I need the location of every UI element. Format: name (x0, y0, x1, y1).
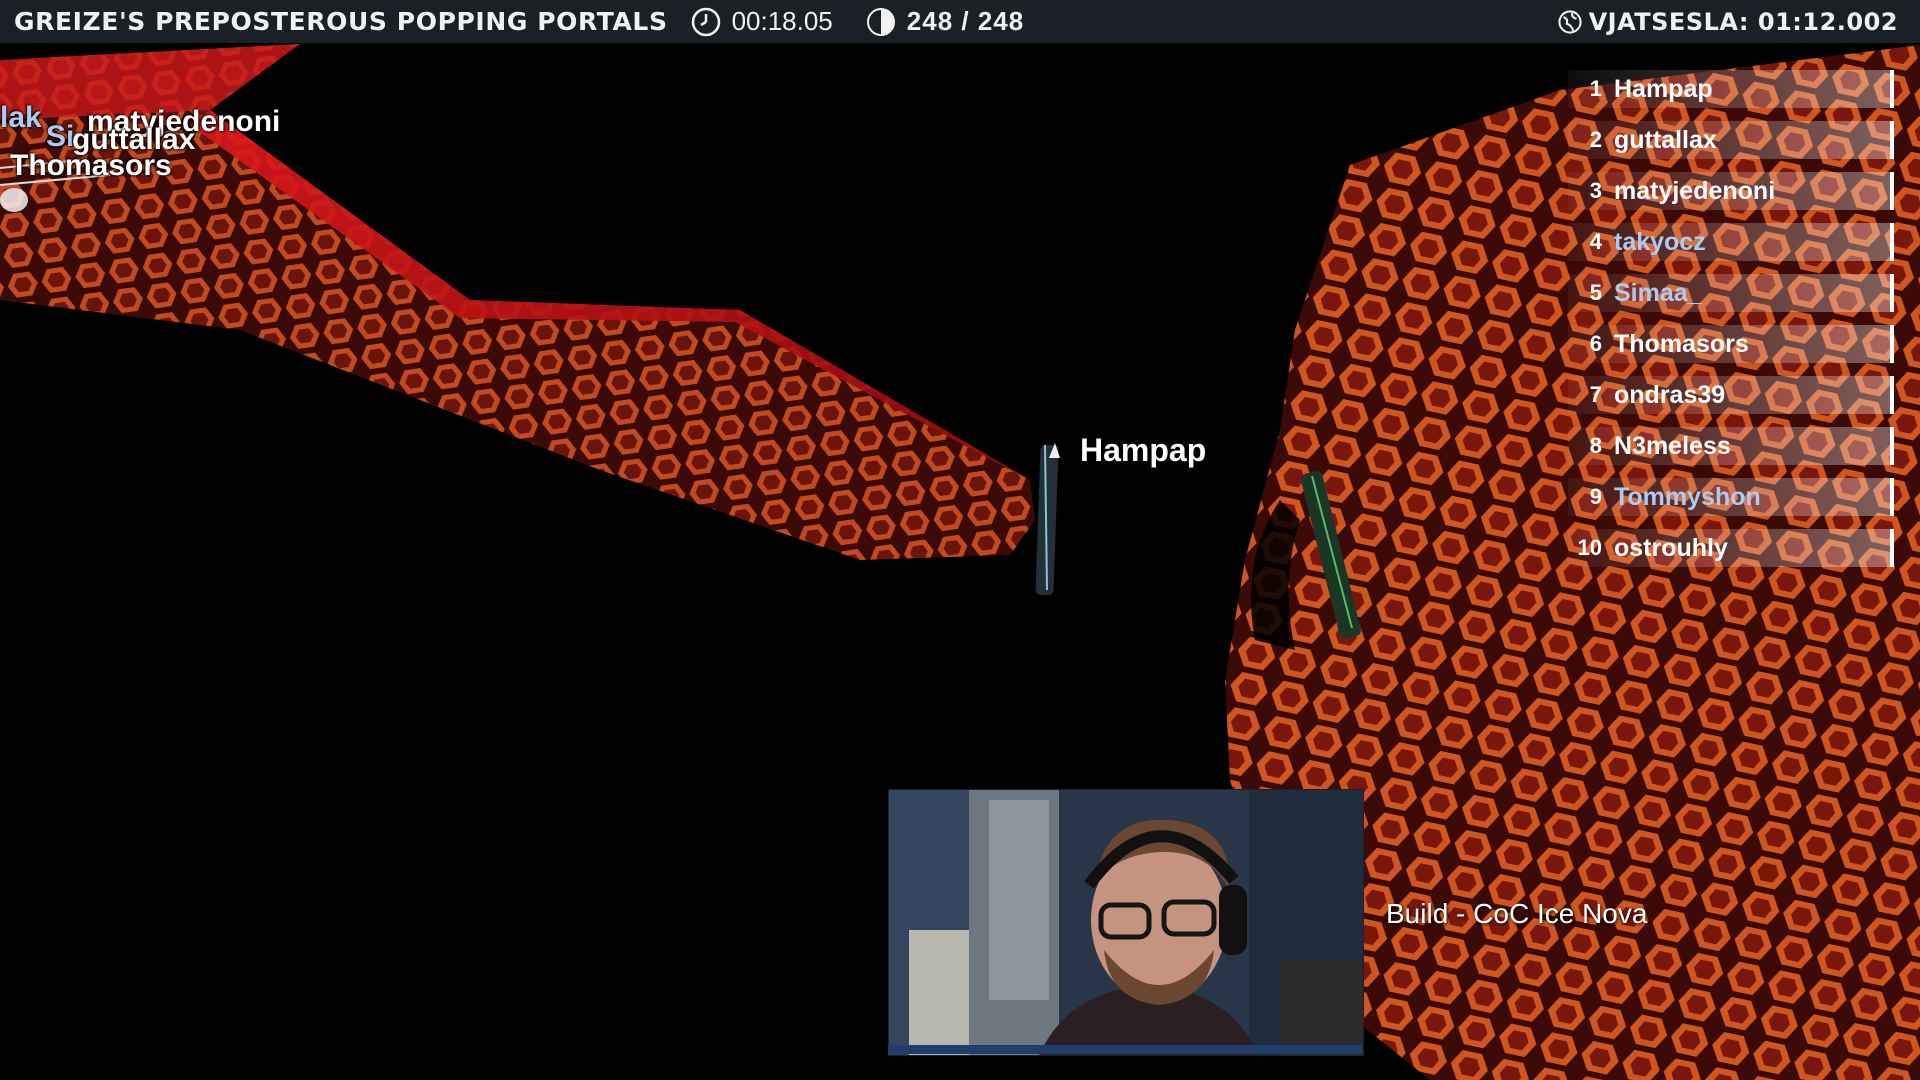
leaderboard-row: 10 ostrouhly (1568, 529, 1894, 567)
build-text: Build - CoC Ice Nova (1386, 898, 1648, 929)
leaderboard-row: 4 takyocz (1568, 223, 1894, 261)
leaderboard-player-name: Simaa_ (1614, 278, 1702, 307)
map-title: Greize's Preposterous Popping Portals (14, 7, 668, 36)
player-tag-hampap: Hampap (1080, 432, 1207, 468)
leaderboard-row: 2 guttallax (1568, 121, 1894, 159)
world-record: VJATSESLA: 01:12.002 (1557, 0, 1898, 43)
leaderboard-row: 7 ondras39 (1568, 376, 1894, 414)
leaderboard-rank: 2 (1589, 127, 1602, 152)
leaderboard-player-name: N3meless (1614, 431, 1731, 460)
leaderboard-row: 1 Hampap (1568, 70, 1894, 108)
leaderboard-row: 9 Tommyshon (1568, 478, 1894, 516)
webcam-overlay (888, 789, 1364, 1056)
leaderboard-row: 5 Simaa_ (1568, 274, 1894, 312)
leaderboard: 1 Hampap 2 guttallax 3 matyjedenoni 4 takyocz 5 S… (1568, 70, 1894, 580)
leaderboard-player-name: matyjedenoni (1614, 176, 1776, 205)
leaderboard-rank: 10 (1577, 535, 1602, 560)
leaderboard-rank: 1 (1589, 76, 1602, 101)
leaderboard-row: 6 Thomasors (1568, 325, 1894, 363)
leaderboard-rank: 8 (1589, 433, 1602, 458)
leaderboard-player-name: Hampap (1614, 74, 1713, 103)
webcam-bottom-bar (888, 1045, 1362, 1054)
record-value: VJATSESLA: 01:12.002 (1588, 7, 1898, 36)
leaderboard-rank: 9 (1589, 484, 1602, 509)
leaderboard-rank: 7 (1589, 382, 1602, 407)
player-hampap (1035, 443, 1060, 596)
leaderboard-player-name: Thomasors (1614, 329, 1749, 358)
leaderboard-row: 8 N3meless (1568, 427, 1894, 465)
clock-icon (691, 7, 720, 36)
leaderboard-rank: 5 (1589, 280, 1602, 305)
timer-value: 00:18.05 (731, 6, 833, 36)
leaderboard-player-name: ostrouhly (1614, 533, 1728, 562)
player-tag-thomasors: Thomasors (10, 149, 172, 182)
half-circle-icon (866, 7, 895, 36)
player-count: 248 / 248 (865, 6, 1024, 38)
leaderboard-player-name: Tommyshon (1614, 482, 1761, 511)
leaderboard-player-name: ondras39 (1614, 380, 1726, 409)
leaderboard-row: 3 matyjedenoni (1568, 172, 1894, 210)
globe-icon (1557, 9, 1582, 34)
streamer-webcam-image (889, 790, 1363, 1055)
top-hud-bar: Greize's Preposterous Popping Portals 00… (0, 0, 1920, 43)
player-tag-lak: lak (0, 101, 42, 134)
leaderboard-rank: 3 (1589, 178, 1602, 203)
count-value: 248 / 248 (906, 6, 1025, 36)
leaderboard-player-name: takyocz (1614, 227, 1706, 256)
leaderboard-rank: 4 (1589, 229, 1602, 254)
leaderboard-rank: 6 (1589, 331, 1602, 356)
leaderboard-player-name: guttallax (1614, 125, 1717, 154)
run-timer: 00:18.05 (690, 6, 833, 38)
